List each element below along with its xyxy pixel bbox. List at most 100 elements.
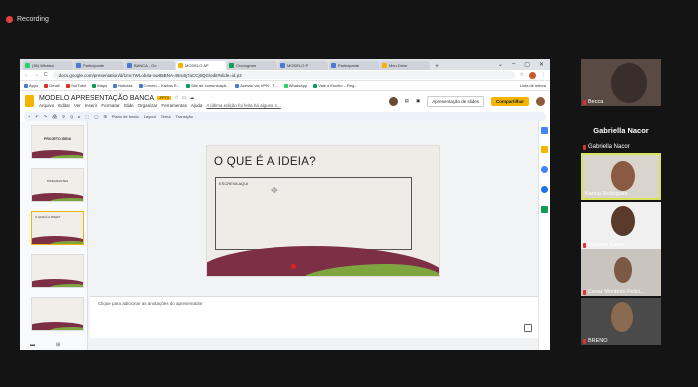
bookmark-item[interactable]: YouTube (65, 83, 86, 88)
meet-icon (331, 63, 336, 68)
docs-header: MODELO APRESENTAÇÃO BANCA .PPTX ☆ ▭ ☁ Ar… (20, 91, 550, 111)
menu-edit[interactable]: Editar (58, 103, 70, 108)
list-view-icon[interactable]: ▬ (30, 342, 35, 348)
paint-format-icon[interactable]: ⚲ (62, 114, 65, 119)
meet-icon (76, 63, 81, 68)
explore-icon[interactable] (524, 324, 532, 332)
bookmark-item[interactable]: Correio – Karina R... (138, 83, 180, 88)
menu-insert[interactable]: Inserir (85, 103, 98, 108)
browser-tab[interactable]: Participante (329, 61, 379, 70)
star-icon[interactable]: ☆ (174, 95, 178, 101)
sheets-icon (229, 63, 234, 68)
tasks-icon[interactable] (541, 166, 548, 173)
menu-help[interactable]: Ajuda (191, 103, 203, 108)
recording-indicator: Recording (6, 16, 49, 23)
bookmarks-bar: Apps Gmail YouTube Maps Notícias Correio… (20, 81, 550, 91)
maps-icon[interactable] (541, 206, 548, 213)
shape-icon[interactable]: ◯ (94, 114, 98, 119)
contacts-icon[interactable] (541, 186, 548, 193)
reading-list[interactable]: Lista de leitura (520, 83, 546, 88)
participant-tile[interactable]: Becca (581, 59, 661, 106)
slide-filmstrip[interactable]: 1 PROJETO IDEIA 2 INTEGRANTES 3 O QUE É … (20, 121, 88, 350)
menu-slide[interactable]: Slide (124, 103, 134, 108)
bookmark-item[interactable]: Maps (92, 83, 107, 88)
browser-tab-active[interactable]: MODELO AP (176, 61, 226, 70)
bookmark-item[interactable]: Vale o Escrito – Reg... (313, 83, 358, 88)
print-icon[interactable]: 🖨 (52, 114, 57, 119)
slides-icon (178, 63, 183, 68)
bookmark-item[interactable]: Site de comunicaçã... (186, 83, 229, 88)
back-icon[interactable]: ← (24, 72, 29, 78)
reload-icon[interactable]: C (44, 72, 48, 78)
bookmark-item[interactable]: Acesso via VPN - T... (235, 83, 278, 88)
layout-button[interactable]: Layout (144, 114, 156, 119)
comment-icon[interactable]: ▤ (405, 98, 409, 104)
present-button[interactable]: Apresentação de slides (427, 95, 484, 107)
menu-dots-icon[interactable]: ⋮ (541, 72, 546, 78)
side-panel (538, 121, 550, 350)
bookmark-item[interactable]: WhatsApp (283, 83, 307, 88)
keep-icon[interactable] (541, 146, 548, 153)
slide-textbox[interactable]: ESCREVA AQUI ✥ (215, 177, 412, 250)
table-icon[interactable]: ⊞ (103, 114, 106, 119)
url-field[interactable]: docs.google.com/presentation/d/1mc7WLob4… (52, 71, 515, 79)
browser-tab[interactable]: Participante (74, 61, 124, 70)
slide-title[interactable]: O QUE É A IDEIA? (214, 156, 316, 168)
slide-thumbnail[interactable]: 5 (31, 297, 84, 331)
theme-button[interactable]: Tema (161, 114, 171, 119)
last-edit-link[interactable]: A última edição foi feita há alguns s... (206, 103, 280, 108)
slides-logo-icon[interactable] (25, 95, 34, 107)
close-icon[interactable]: ✕ (539, 61, 544, 68)
filmstrip-view-buttons: ▬ ⊞ (30, 342, 60, 348)
meet-call-icon[interactable]: ▣ (416, 98, 420, 104)
forward-icon[interactable]: → (34, 72, 39, 78)
calendar-icon[interactable] (541, 127, 548, 134)
textbox-icon[interactable]: ⬚ (85, 114, 89, 119)
participant-tile[interactable]: Mariana Xavier (581, 202, 661, 249)
background-button[interactable]: Plano de fundo (112, 114, 139, 119)
browser-tab[interactable]: MODELO P (278, 61, 328, 70)
star-icon[interactable]: ☆ (520, 72, 524, 78)
participant-tile[interactable]: Cesar Monteiro Felici... (581, 249, 661, 296)
menu-tools[interactable]: Ferramentas (161, 103, 187, 108)
undo-icon[interactable]: ↶ (35, 114, 38, 119)
redo-icon[interactable]: ↷ (44, 114, 47, 119)
new-tab-button[interactable]: + (431, 63, 443, 70)
transition-button[interactable]: Transição (176, 114, 193, 119)
zoom-icon[interactable]: Q (70, 114, 73, 119)
slide-thumbnail[interactable]: 1 PROJETO IDEIA (31, 125, 84, 159)
new-slide-icon[interactable]: + (28, 114, 30, 119)
maximize-icon[interactable]: ▢ (524, 61, 530, 68)
folder-icon[interactable]: ▭ (182, 95, 187, 101)
menu-arrange[interactable]: Organizar (138, 103, 158, 108)
browser-tab[interactable]: BANCA - Go (125, 61, 175, 70)
share-button[interactable]: Compartilhar (490, 96, 529, 106)
bookmark-item[interactable]: Notícias (113, 83, 133, 88)
menu-view[interactable]: Ver (74, 103, 81, 108)
slide-thumbnail[interactable]: 2 INTEGRANTES (31, 168, 84, 202)
participant-tile-speaking[interactable]: Karina Rodrigues (581, 153, 661, 200)
menu-format[interactable]: Formatar (101, 103, 119, 108)
browser-tab[interactable]: (36) Whatsa (23, 61, 73, 70)
document-title[interactable]: MODELO APRESENTAÇÃO BANCA (39, 95, 154, 102)
bookmark-item[interactable]: Apps (24, 83, 38, 88)
account-avatar[interactable] (536, 96, 545, 106)
mail-icon (138, 83, 143, 88)
minimize-icon[interactable]: – (512, 61, 515, 68)
menu-file[interactable]: Arquivo (39, 103, 54, 108)
slide-thumbnail[interactable]: 4 (31, 254, 84, 288)
speaker-notes[interactable]: Clique para adicionar as anotações do ap… (90, 296, 538, 338)
select-icon[interactable]: ▸ (78, 114, 80, 119)
bookmark-item[interactable]: Gmail (44, 83, 60, 88)
profile-icon[interactable] (529, 71, 536, 79)
participant-video (611, 161, 635, 191)
browser-tab[interactable]: Meu Drive (380, 61, 430, 70)
slide-canvas[interactable]: O QUE É A IDEIA? ESCREVA AQUI ✥ (206, 145, 440, 277)
tab-search-icon[interactable]: ⌄ (498, 61, 503, 68)
grid-view-icon[interactable]: ⊞ (56, 342, 60, 348)
participant-video (611, 206, 635, 236)
browser-tab[interactable]: Cronogram (227, 61, 277, 70)
participant-tile[interactable]: BRENO (581, 298, 661, 345)
slide-thumbnail-selected[interactable]: 3 O QUE É A IDEIA? (31, 211, 84, 245)
collaborator-avatar[interactable] (388, 96, 398, 106)
